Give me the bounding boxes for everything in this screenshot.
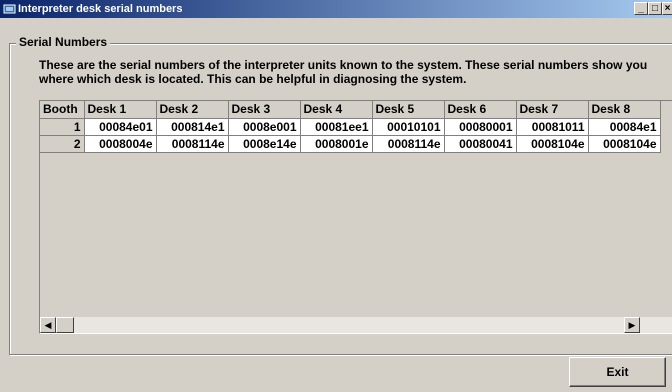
app-icon: [3, 4, 16, 14]
window-title: Interpreter desk serial numbers: [18, 3, 183, 15]
minimize-button[interactable]: _: [634, 2, 648, 15]
row-header[interactable]: 2: [40, 135, 85, 153]
column-header[interactable]: Desk 7: [516, 101, 589, 119]
scroll-thumb[interactable]: [56, 317, 74, 333]
column-header[interactable]: Desk 5: [372, 101, 445, 119]
scroll-left-button[interactable]: ◀: [40, 317, 56, 333]
dialog-window: Interpreter desk serial numbers _ □ × Se…: [0, 0, 672, 392]
table-cell[interactable]: 00084e1: [588, 118, 661, 136]
header-row: Booth Desk 1 Desk 2 Desk 3 Desk 4 Desk 5…: [40, 101, 661, 119]
table-cell[interactable]: 000814e1: [156, 118, 229, 136]
row-header[interactable]: 1: [40, 118, 85, 136]
table-cell[interactable]: 0008114e: [372, 135, 445, 153]
table-cell[interactable]: 00084e01: [84, 118, 157, 136]
close-button[interactable]: ×: [662, 2, 672, 15]
minimize-icon: _: [638, 3, 644, 14]
table-cell[interactable]: 0008e14e: [228, 135, 301, 153]
column-header[interactable]: Desk 3: [228, 101, 301, 119]
table-cell[interactable]: 0008104e: [588, 135, 661, 153]
arrow-left-icon: ◀: [44, 320, 52, 330]
table-row[interactable]: 1 00084e01 000814e1 0008e001 00081ee1 00…: [40, 118, 661, 136]
group-label: Serial Numbers: [16, 35, 111, 49]
column-header[interactable]: Desk 1: [84, 101, 157, 119]
column-header[interactable]: Desk 4: [300, 101, 373, 119]
table-cell[interactable]: 0008001e: [300, 135, 373, 153]
table-cell[interactable]: 00080041: [444, 135, 517, 153]
title-bar: Interpreter desk serial numbers _ □ ×: [0, 0, 672, 18]
table-cell[interactable]: 00081011: [516, 118, 589, 136]
serial-table: Booth Desk 1 Desk 2 Desk 3 Desk 4 Desk 5…: [40, 101, 661, 153]
maximize-icon: □: [651, 3, 659, 14]
exit-button[interactable]: Exit: [569, 357, 666, 387]
horizontal-scrollbar[interactable]: ◀ ▶: [40, 317, 672, 333]
table-cell[interactable]: 00010101: [372, 118, 445, 136]
column-header[interactable]: Desk 2: [156, 101, 229, 119]
table-cell[interactable]: 0008114e: [156, 135, 229, 153]
table-cell[interactable]: 0008104e: [516, 135, 589, 153]
column-header[interactable]: Booth: [40, 101, 85, 119]
serial-number-grid[interactable]: Booth Desk 1 Desk 2 Desk 3 Desk 4 Desk 5…: [39, 100, 672, 334]
scroll-right-button[interactable]: ▶: [624, 317, 640, 333]
maximize-button[interactable]: □: [648, 2, 662, 15]
column-header[interactable]: Desk 6: [444, 101, 517, 119]
close-icon: ×: [664, 3, 671, 14]
arrow-right-icon: ▶: [628, 320, 636, 330]
table-row[interactable]: 2 0008004e 0008114e 0008e14e 0008001e 00…: [40, 135, 661, 153]
table-cell[interactable]: 0008004e: [84, 135, 157, 153]
column-header[interactable]: Desk 8: [588, 101, 661, 119]
description-text: These are the serial numbers of the inte…: [39, 58, 648, 86]
table-cell[interactable]: 0008e001: [228, 118, 301, 136]
table-cell[interactable]: 00081ee1: [300, 118, 373, 136]
table-cell[interactable]: 00080001: [444, 118, 517, 136]
